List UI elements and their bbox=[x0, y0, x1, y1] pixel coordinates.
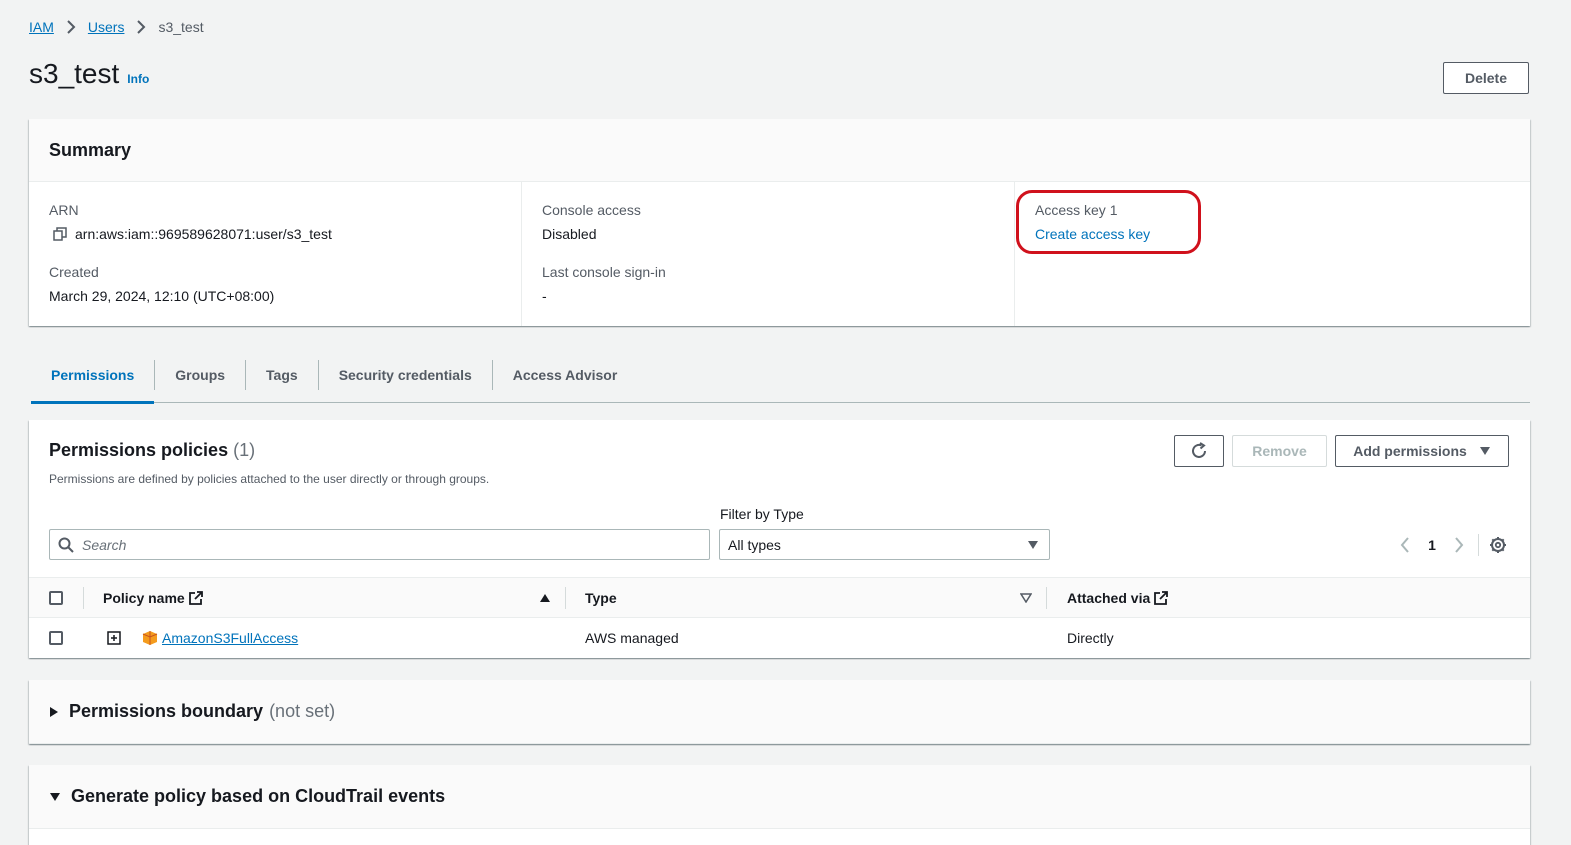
caret-down-icon bbox=[1479, 446, 1491, 456]
arn-value: arn:aws:iam::969589628071:user/s3_test bbox=[75, 226, 332, 242]
tab-security-credentials[interactable]: Security credentials bbox=[319, 347, 492, 403]
column-type[interactable]: Type bbox=[585, 590, 617, 606]
gear-icon[interactable] bbox=[1489, 536, 1507, 554]
table-header: Policy name Type Attached via bbox=[29, 577, 1530, 618]
caret-down-icon bbox=[49, 792, 61, 802]
filter-type-select[interactable]: All types bbox=[719, 529, 1050, 560]
info-link[interactable]: Info bbox=[127, 72, 149, 86]
copy-icon[interactable] bbox=[53, 227, 67, 241]
tab-permissions[interactable]: Permissions bbox=[31, 347, 155, 404]
external-link-icon bbox=[188, 590, 203, 605]
policies-description: Permissions are defined by policies atta… bbox=[49, 472, 490, 486]
breadcrumb: IAM Users s3_test bbox=[29, 17, 204, 37]
chevron-right-icon bbox=[66, 20, 76, 34]
filter-type-value: All types bbox=[728, 536, 781, 553]
permissions-boundary-panel: Permissions boundary (not set) bbox=[29, 680, 1530, 744]
search-box bbox=[49, 529, 710, 560]
summary-column-3: Access key 1 Create access key bbox=[1015, 182, 1508, 326]
column-type-label: Type bbox=[585, 589, 617, 606]
summary-column-1: ARN arn:aws:iam::969589628071:user/s3_te… bbox=[29, 182, 522, 326]
policies-title: Permissions policies (1) bbox=[49, 440, 255, 461]
breadcrumb-current: s3_test bbox=[158, 19, 204, 35]
summary-header: Summary bbox=[29, 119, 1530, 182]
cloudtrail-policy-panel: Generate policy based on CloudTrail even… bbox=[29, 765, 1530, 845]
filter-by-type-label: Filter by Type bbox=[720, 506, 804, 522]
create-access-key-link[interactable]: Create access key bbox=[1035, 224, 1508, 244]
policy-attached-via: Directly bbox=[1067, 630, 1114, 646]
tab-bar: Permissions Groups Tags Security credent… bbox=[31, 347, 1530, 404]
cloudtrail-policy-body bbox=[29, 829, 1530, 845]
policy-type: AWS managed bbox=[585, 630, 679, 646]
cloudtrail-policy-title: Generate policy based on CloudTrail even… bbox=[71, 786, 446, 806]
policy-name-link[interactable]: AmazonS3FullAccess bbox=[162, 630, 298, 646]
policies-table: Policy name Type Attached via AmazonS3Fu… bbox=[29, 577, 1530, 658]
expand-plus-icon[interactable] bbox=[107, 631, 121, 645]
refresh-button[interactable] bbox=[1174, 435, 1224, 467]
page-number[interactable]: 1 bbox=[1418, 537, 1446, 553]
cloudtrail-policy-header[interactable]: Generate policy based on CloudTrail even… bbox=[29, 765, 1530, 829]
column-policy-name-label: Policy name bbox=[103, 589, 185, 606]
breadcrumb-users-link[interactable]: Users bbox=[88, 19, 125, 35]
external-link-icon bbox=[1154, 590, 1169, 605]
column-divider bbox=[83, 586, 84, 609]
chevron-right-icon bbox=[136, 20, 146, 34]
tab-groups[interactable]: Groups bbox=[155, 347, 245, 403]
delete-button[interactable]: Delete bbox=[1443, 62, 1529, 94]
pagination: 1 bbox=[1392, 532, 1507, 558]
column-divider bbox=[1046, 586, 1047, 609]
column-attached-via-label: Attached via bbox=[1067, 589, 1151, 606]
search-input[interactable] bbox=[82, 536, 682, 553]
page-title: s3_test bbox=[29, 58, 120, 89]
column-attached-via[interactable]: Attached via bbox=[1067, 589, 1169, 606]
previous-page-icon[interactable] bbox=[1392, 537, 1418, 553]
last-signin-label: Last console sign-in bbox=[542, 264, 666, 280]
summary-column-2: Console access Disabled Last console sig… bbox=[522, 182, 1015, 326]
last-signin-value: - bbox=[542, 288, 547, 304]
policies-count: (1) bbox=[233, 440, 256, 460]
add-permissions-label: Add permissions bbox=[1353, 443, 1467, 459]
console-access-label: Console access bbox=[542, 202, 641, 218]
select-all-checkbox[interactable] bbox=[49, 590, 63, 605]
page-header: s3_test Info bbox=[29, 58, 149, 90]
next-page-icon[interactable] bbox=[1446, 537, 1472, 553]
permissions-boundary-header[interactable]: Permissions boundary (not set) bbox=[29, 680, 1530, 744]
permissions-policies-panel: Permissions policies (1) Permissions are… bbox=[29, 420, 1530, 658]
created-value: March 29, 2024, 12:10 (UTC+08:00) bbox=[49, 288, 275, 304]
column-policy-name[interactable]: Policy name bbox=[103, 590, 203, 606]
search-icon bbox=[58, 537, 74, 553]
column-divider bbox=[565, 586, 566, 609]
add-permissions-button[interactable]: Add permissions bbox=[1335, 435, 1509, 467]
summary-panel: Summary ARN arn:aws:iam::969589628071:us… bbox=[29, 119, 1530, 326]
sort-ascending-icon[interactable] bbox=[539, 593, 551, 603]
remove-button[interactable]: Remove bbox=[1232, 435, 1327, 467]
created-label: Created bbox=[49, 264, 99, 280]
policies-title-text: Permissions policies bbox=[49, 440, 229, 460]
row-checkbox[interactable] bbox=[49, 631, 63, 645]
console-access-value: Disabled bbox=[542, 226, 597, 242]
access-key-label: Access key 1 bbox=[1035, 202, 1118, 218]
permissions-boundary-title: Permissions boundary bbox=[69, 701, 264, 721]
aws-managed-cube-icon bbox=[142, 630, 158, 646]
sort-filter-icon[interactable] bbox=[1020, 592, 1032, 603]
refresh-icon bbox=[1190, 442, 1208, 460]
caret-down-icon bbox=[1027, 540, 1039, 550]
table-row: AmazonS3FullAccess AWS managed Directly bbox=[29, 618, 1530, 658]
tab-tags[interactable]: Tags bbox=[246, 347, 318, 403]
pagination-divider bbox=[1478, 534, 1479, 556]
arn-label: ARN bbox=[49, 202, 79, 218]
tab-access-advisor[interactable]: Access Advisor bbox=[493, 347, 638, 403]
breadcrumb-iam-link[interactable]: IAM bbox=[29, 19, 54, 35]
permissions-boundary-status: (not set) bbox=[269, 701, 336, 721]
summary-title: Summary bbox=[49, 139, 132, 160]
caret-right-icon bbox=[49, 706, 59, 718]
